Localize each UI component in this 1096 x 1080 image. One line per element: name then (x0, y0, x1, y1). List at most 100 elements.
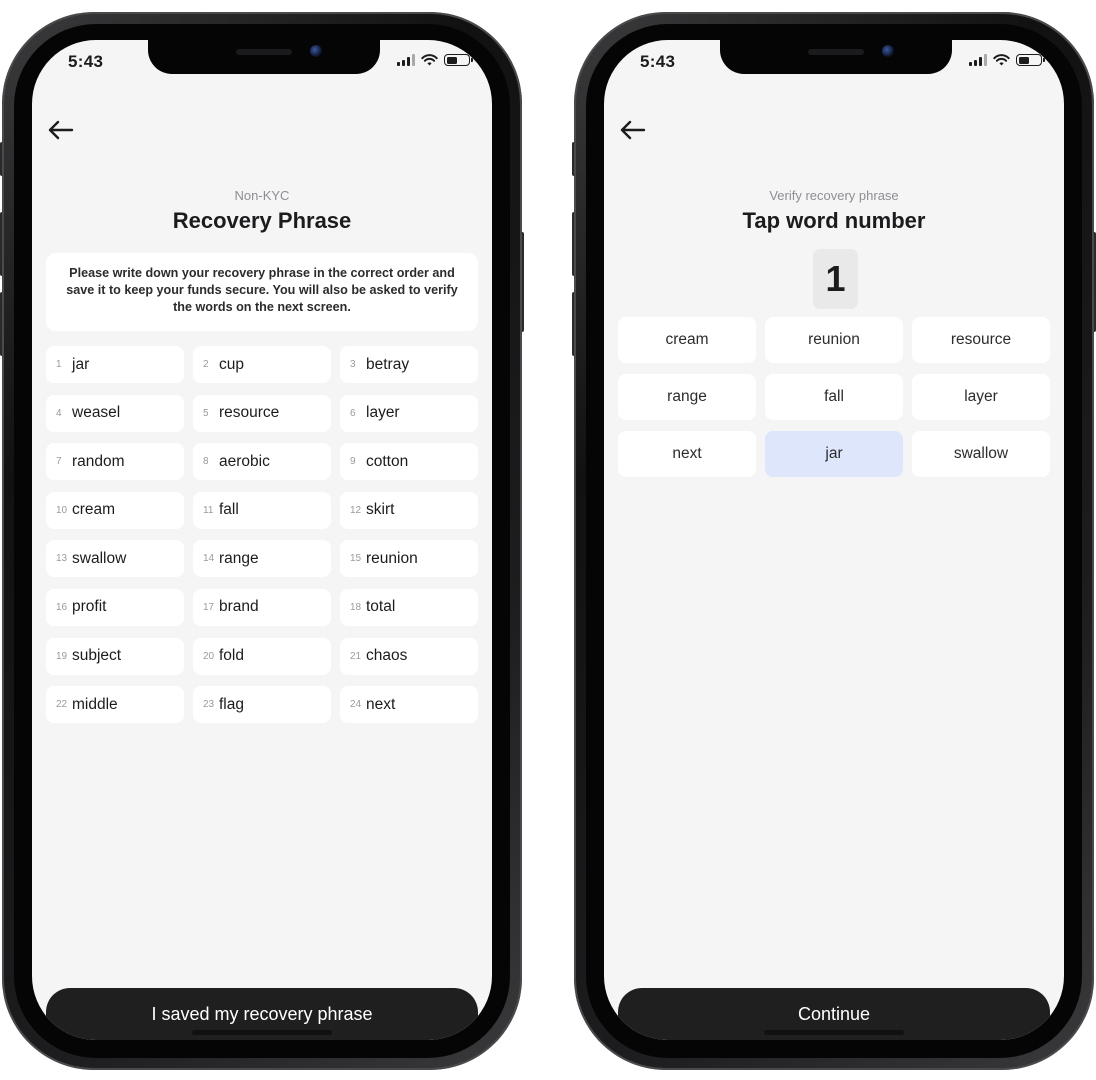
battery-icon (444, 54, 473, 66)
word-choice-button[interactable]: swallow (912, 431, 1050, 477)
word-choice-button[interactable]: layer (912, 374, 1050, 420)
recovery-word: brand (219, 598, 259, 616)
recovery-word-cell: 9 cotton (340, 443, 478, 481)
recovery-word-cell: 2 cup (193, 346, 331, 383)
word-index: 16 (56, 601, 68, 613)
word-index: 22 (56, 699, 68, 711)
recovery-word: range (219, 549, 259, 567)
word-choice-button[interactable]: next (618, 431, 756, 477)
home-indicator (192, 1030, 332, 1035)
recovery-word: total (366, 598, 396, 616)
word-index: 20 (203, 650, 215, 662)
recovery-word: cream (72, 501, 116, 519)
word-index: 3 (350, 359, 356, 370)
recovery-word: random (72, 452, 125, 470)
status-time: 5:43 (68, 52, 104, 71)
word-index: 23 (203, 699, 215, 711)
recovery-word: cup (219, 355, 244, 373)
verify-phrase-screen: 5:43 Verify recovery phrase Tap word num… (604, 40, 1064, 1040)
recovery-word: profit (72, 598, 107, 616)
word-choice-button[interactable]: fall (765, 374, 903, 420)
word-index: 15 (350, 553, 362, 565)
home-indicator (764, 1030, 904, 1035)
word-choice-button[interactable]: reunion (765, 317, 903, 363)
word-index: 14 (203, 553, 215, 565)
recovery-word: jar (72, 355, 90, 373)
word-index: 4 (56, 407, 62, 419)
recovery-word-cell: 11 fall (193, 491, 331, 529)
front-camera (310, 45, 322, 57)
recovery-word: fold (219, 647, 244, 665)
word-index: 21 (350, 650, 362, 662)
recovery-word-cell: 8 aerobic (193, 443, 331, 481)
back-arrow-icon[interactable] (618, 118, 648, 142)
recovery-word-grid: 1 jar 2 cup 3 betray 4 weasel 5 resource 6 layer 7 ra… (46, 346, 478, 724)
recovery-word-cell: 21 chaos (340, 637, 478, 675)
word-index: 8 (203, 456, 209, 468)
word-index: 17 (203, 601, 215, 613)
battery-icon (1016, 54, 1045, 66)
page-title: Tap word number (742, 208, 926, 233)
recovery-word-cell: 20 fold (193, 637, 331, 675)
recovery-word: subject (72, 647, 122, 665)
word-index: 2 (203, 359, 209, 370)
word-index: 9 (350, 456, 356, 468)
recovery-word-cell: 17 brand (193, 588, 331, 626)
word-choice-button[interactable]: resource (912, 317, 1050, 363)
word-index: 6 (350, 407, 356, 419)
signal-icon (969, 54, 987, 66)
recovery-word-cell: 6 layer (340, 394, 478, 432)
word-index: 19 (56, 650, 68, 662)
recovery-word-cell: 3 betray (340, 346, 478, 383)
notch (148, 40, 380, 74)
recovery-word: weasel (72, 404, 121, 422)
recovery-word: chaos (366, 647, 408, 665)
recovery-word: next (366, 695, 396, 713)
recovery-word-cell: 7 random (46, 443, 184, 481)
recovery-word-cell: 19 subject (46, 637, 184, 675)
recovery-word-cell: 10 cream (46, 491, 184, 529)
phone-left: 5:43 Non-KYC Recovery Phrase Please writ… (0, 12, 524, 1070)
word-choice-button[interactable]: range (618, 374, 756, 420)
page-title: Recovery Phrase (172, 208, 352, 233)
word-choice-button[interactable]: jar (765, 431, 903, 477)
word-index: 12 (350, 504, 362, 516)
recovery-word: reunion (366, 549, 418, 567)
speaker (236, 49, 292, 55)
recovery-word: betray (366, 355, 410, 373)
recovery-word: middle (72, 695, 118, 713)
word-index: 10 (56, 504, 68, 516)
wifi-icon (421, 54, 438, 66)
recovery-word-cell: 16 profit (46, 588, 184, 626)
word-index: 11 (203, 504, 214, 516)
wifi-icon (993, 54, 1010, 66)
recovery-word: skirt (366, 501, 395, 519)
recovery-word: swallow (72, 549, 127, 567)
word-index: 13 (56, 553, 68, 565)
recovery-word: resource (219, 404, 280, 422)
word-choice-grid: cream reunion resource range fall layer next ja… (618, 317, 1050, 477)
word-number-badge: 1 (813, 249, 858, 309)
screen-kicker: Verify recovery phrase (769, 188, 899, 203)
speaker (808, 49, 864, 55)
recovery-word-cell: 1 jar (46, 346, 184, 383)
recovery-word-cell: 23 flag (193, 686, 331, 724)
phone-right: 5:43 Verify recovery phrase Tap word num… (572, 12, 1096, 1070)
back-arrow-icon[interactable] (46, 118, 76, 142)
status-icons (397, 54, 473, 66)
recovery-word-cell: 14 range (193, 540, 331, 578)
recovery-word-cell: 12 skirt (340, 491, 478, 529)
recovery-word-cell: 18 total (340, 588, 478, 626)
signal-icon (397, 54, 415, 66)
status-icons (969, 54, 1045, 66)
recovery-word-cell: 4 weasel (46, 394, 184, 432)
instruction-notice: Please write down your recovery phrase i… (46, 253, 478, 331)
status-time: 5:43 (640, 52, 676, 71)
recovery-word-cell: 24 next (340, 686, 478, 724)
recovery-word-cell: 22 middle (46, 686, 184, 724)
recovery-phrase-screen: 5:43 Non-KYC Recovery Phrase Please writ… (32, 40, 492, 1040)
front-camera (882, 45, 894, 57)
recovery-word: aerobic (219, 452, 270, 470)
word-choice-button[interactable]: cream (618, 317, 756, 363)
word-index: 1 (56, 359, 62, 370)
